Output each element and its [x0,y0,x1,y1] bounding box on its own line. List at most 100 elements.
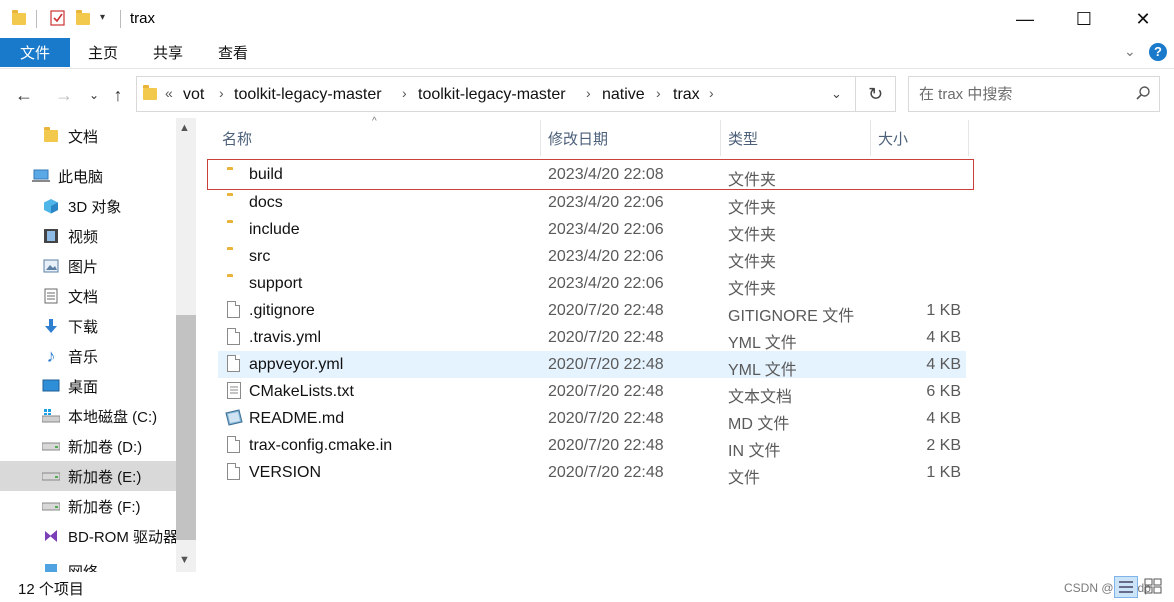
file-row-support[interactable]: support 2023/4/20 22:06 文件夹 [218,270,966,298]
search-input[interactable] [917,85,1121,104]
file-row-version[interactable]: VERSION 2020/7/20 22:48 文件 1 KB [218,459,966,487]
chevron-right-icon[interactable]: › [656,85,661,101]
breadcrumb-overflow[interactable]: « [165,85,173,101]
file-icon [227,436,240,453]
breadcrumb-vot[interactable]: vot [183,86,204,104]
file-row-appveyor[interactable]: appveyor.yml 2020/7/20 22:48 YML 文件 4 KB [218,351,966,379]
file-date: 2020/7/20 22:48 [548,410,664,427]
up-arrow-icon[interactable]: ↑ [106,84,130,106]
chevron-right-icon[interactable]: › [402,85,407,101]
file-size: 4 KB [926,410,961,427]
file-row-src[interactable]: src 2023/4/20 22:06 文件夹 [218,243,966,271]
scroll-down-arrow-icon[interactable]: ▼ [179,554,190,566]
drive-icon [42,438,60,454]
sidebar-item-desktop[interactable]: 桌面 [0,371,176,401]
chevron-right-icon[interactable]: › [586,85,591,101]
file-name: CMakeLists.txt [249,383,354,400]
column-header-size[interactable]: 大小 [878,128,908,148]
file-size: 2 KB [926,437,961,454]
search-icon[interactable] [1135,85,1151,106]
recent-locations-chevron-icon[interactable]: ⌄ [82,84,106,106]
sidebar-item-drive-f[interactable]: 新加卷 (F:) [0,491,176,521]
breadcrumb-toolkit-legacy-master-2[interactable]: toolkit-legacy-master [418,86,566,104]
file-date: 2020/7/20 22:48 [548,464,664,481]
tab-view[interactable]: 查看 [200,38,266,67]
back-arrow-icon[interactable]: ← [12,84,36,106]
sidebar-item-this-pc[interactable]: 此电脑 [0,161,176,191]
column-header-date[interactable]: 修改日期 [548,128,608,148]
details-view-icon[interactable] [1114,576,1138,598]
customize-toolbar-chevron-icon[interactable]: ▾ [100,12,105,23]
chevron-right-icon[interactable]: › [219,85,224,101]
sidebar-item-drive-e[interactable]: 新加卷 (E:) [0,461,176,491]
file-row-gitignore[interactable]: .gitignore 2020/7/20 22:48 GITIGNORE 文件 … [218,297,966,325]
file-name: .gitignore [249,302,315,319]
column-header-type[interactable]: 类型 [728,128,758,148]
folder-icon [143,85,157,100]
new-folder-icon[interactable] [76,10,92,26]
column-divider[interactable] [870,120,871,156]
help-icon[interactable]: ? [1149,43,1167,61]
sidebar-item-bd-rom[interactable]: BD-ROM 驱动器 [0,521,176,551]
file-row-readme[interactable]: README.md 2020/7/20 22:48 MD 文件 4 KB [218,405,966,433]
close-button[interactable]: ✕ [1114,0,1172,38]
document-icon [42,288,60,304]
forward-arrow-icon[interactable]: → [52,84,76,106]
refresh-icon[interactable]: ↻ [856,76,896,112]
file-row-include[interactable]: include 2023/4/20 22:06 文件夹 [218,216,966,244]
minimize-button[interactable]: — [996,0,1054,38]
sidebar-item-documents[interactable]: 文档 [0,281,176,311]
sidebar-scrollbar-thumb[interactable] [176,315,196,540]
sidebar-item-network[interactable]: 网络 [0,561,176,572]
file-row-cmakelists[interactable]: CMakeLists.txt 2020/7/20 22:48 文本文档 6 KB [218,378,966,406]
file-row-docs[interactable]: docs 2023/4/20 22:06 文件夹 [218,189,966,217]
file-type: 文件 [728,470,761,487]
file-row-travis[interactable]: .travis.yml 2020/7/20 22:48 YML 文件 4 KB [218,324,966,352]
sidebar-item-pictures[interactable]: 图片 [0,251,176,281]
maximize-button[interactable]: ☐ [1055,0,1113,38]
bd-rom-icon [42,528,60,544]
file-size: 4 KB [926,329,961,346]
file-icon [227,463,240,480]
address-bar[interactable]: « vot › toolkit-legacy-master › toolkit-… [136,76,856,112]
chevron-right-icon[interactable]: › [709,85,714,101]
file-date: 2020/7/20 22:48 [548,437,664,454]
breadcrumb-native[interactable]: native [602,86,645,104]
sidebar-item-videos[interactable]: 视频 [0,221,176,251]
file-name: docs [249,194,283,211]
sidebar-item-3d-objects[interactable]: 3D 对象 [0,191,176,221]
breadcrumb-trax[interactable]: trax [673,86,700,104]
expand-ribbon-chevron-icon[interactable]: ⌄ [1124,43,1136,60]
divider [120,10,121,28]
file-name: appveyor.yml [249,356,344,373]
file-date: 2023/4/20 22:06 [548,221,664,238]
tab-share[interactable]: 共享 [136,38,200,67]
properties-checkbox-icon[interactable] [50,10,66,26]
tab-file[interactable]: 文件 [0,38,70,67]
file-row-trax-config[interactable]: trax-config.cmake.in 2020/7/20 22:48 IN … [218,432,966,460]
column-header-name[interactable]: 名称 [222,128,252,148]
breadcrumb-toolkit-legacy-master[interactable]: toolkit-legacy-master [234,86,382,104]
column-divider[interactable] [968,120,969,156]
file-name: src [249,248,271,265]
sidebar-item-music[interactable]: ♪ 音乐 [0,341,176,371]
address-history-chevron-icon[interactable]: ⌄ [831,86,842,102]
search-box[interactable] [908,76,1160,112]
folder-icon [42,127,60,144]
scroll-up-arrow-icon[interactable]: ▲ [179,122,190,134]
tab-home[interactable]: 主页 [70,38,136,67]
large-icons-view-icon[interactable] [1142,576,1166,598]
sidebar-item-documents-quick[interactable]: 文档 [0,121,176,151]
text-document-icon [227,382,241,404]
markdown-file-icon [225,409,243,431]
file-date: 2023/4/20 22:06 [548,275,664,292]
sidebar-item-drive-d[interactable]: 新加卷 (D:) [0,431,176,461]
title-bar: ▾ trax — ☐ ✕ [0,0,1174,38]
column-divider[interactable] [540,120,541,156]
sidebar-item-downloads[interactable]: 下载 [0,311,176,341]
column-divider[interactable] [720,120,721,156]
desktop-icon [42,378,60,394]
file-type: GITIGNORE 文件 [728,308,855,325]
sidebar-item-drive-c[interactable]: 本地磁盘 (C:) [0,401,176,431]
file-row-build[interactable]: build 2023/4/20 22:08 文件夹 [207,159,974,190]
